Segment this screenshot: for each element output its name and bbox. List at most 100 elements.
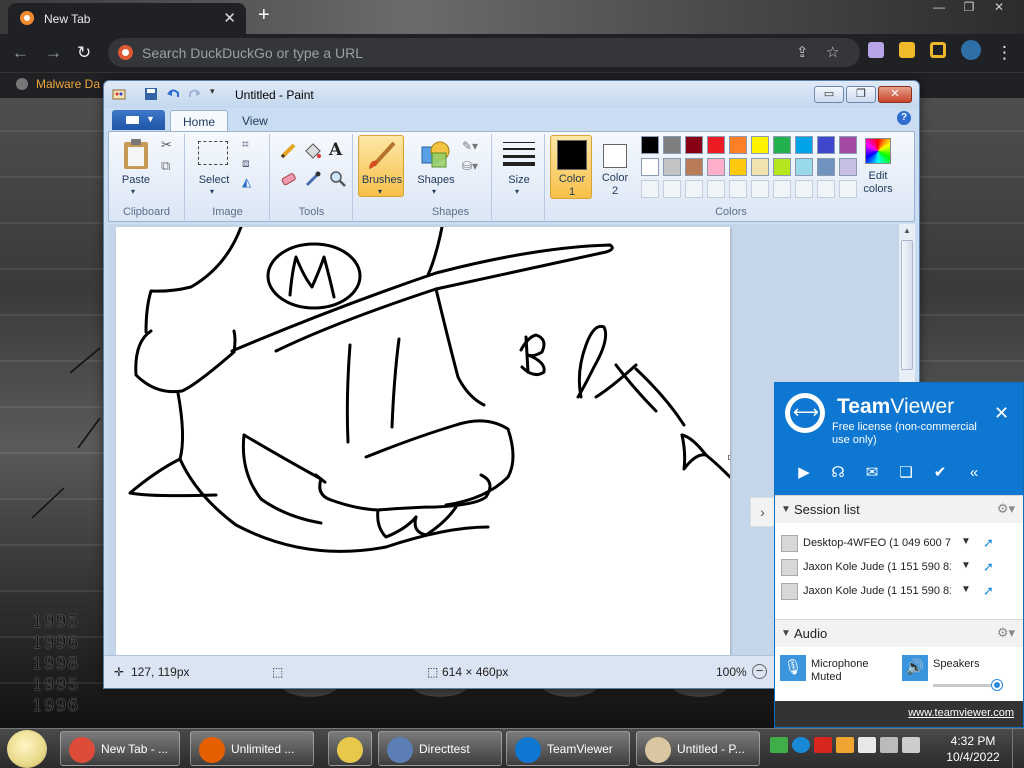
headset-icon[interactable]: ☊ — [821, 463, 855, 481]
palette-custom-slot[interactable] — [773, 180, 791, 198]
size-button[interactable]: Size ▾ — [499, 136, 539, 198]
paint-minimize-button[interactable]: ▭ — [814, 86, 844, 103]
palette-color[interactable] — [751, 136, 769, 154]
text-tool-icon[interactable]: A — [329, 140, 347, 160]
paint-menu-button[interactable]: ▼ — [112, 110, 165, 130]
reload-button[interactable]: ↻ — [77, 43, 91, 63]
rotate-icon[interactable]: ◭ — [242, 175, 260, 193]
zoom-out-button[interactable]: − — [752, 664, 767, 679]
paint-maximize-button[interactable]: ❐ — [846, 86, 876, 103]
speaker-volume-slider[interactable] — [933, 684, 997, 687]
teamviewer-tray-icon[interactable] — [792, 737, 810, 753]
volume-icon[interactable] — [902, 737, 920, 753]
palette-color[interactable] — [663, 158, 681, 176]
palette-color[interactable] — [685, 136, 703, 154]
session-item[interactable]: Jaxon Kole Jude (1 151 590 81 ▼ ➚ — [780, 557, 1018, 579]
video-icon[interactable]: ▶ — [787, 463, 821, 481]
palette-custom-slot[interactable] — [817, 180, 835, 198]
palette-color[interactable] — [795, 158, 813, 176]
palette-color[interactable] — [773, 136, 791, 154]
paste-button[interactable]: Paste ▾ — [115, 136, 157, 198]
cut-icon[interactable]: ✂ — [161, 137, 179, 155]
palette-color[interactable] — [707, 158, 725, 176]
palette-color[interactable] — [641, 158, 659, 176]
fill-icon[interactable]: ⛁▾ — [462, 159, 480, 177]
chevron-down-icon[interactable]: ▼ — [961, 536, 971, 547]
palette-custom-slot[interactable] — [839, 180, 857, 198]
connect-cursor-icon[interactable]: ➚ — [983, 535, 994, 551]
palette-color[interactable] — [817, 158, 835, 176]
file-transfer-icon[interactable]: ❏ — [889, 463, 923, 481]
customize-quick-access-icon[interactable]: ▾ — [210, 86, 224, 100]
scroll-up-icon[interactable]: ▲ — [903, 226, 911, 235]
forward-button[interactable]: → — [45, 43, 62, 63]
eraser-icon[interactable] — [279, 170, 297, 188]
teamviewer-collapse-arrow[interactable]: › — [750, 497, 774, 527]
new-tab-button[interactable]: + — [258, 4, 270, 27]
back-button[interactable]: ← — [12, 43, 29, 63]
save-icon[interactable] — [144, 87, 158, 101]
tab-view[interactable]: View — [230, 110, 280, 131]
copy-icon[interactable]: ⧉ — [161, 158, 179, 176]
drawing-canvas[interactable] — [116, 227, 730, 655]
connect-cursor-icon[interactable]: ➚ — [983, 559, 994, 575]
palette-color[interactable] — [663, 136, 681, 154]
brushes-button[interactable]: Brushes ▾ — [358, 135, 404, 197]
color2-button[interactable]: Color 2 — [596, 136, 634, 198]
taskbar-button[interactable]: TeamViewer — [506, 731, 630, 766]
color-picker-icon[interactable] — [304, 170, 322, 188]
show-desktop-button[interactable] — [1012, 729, 1024, 768]
taskbar-button[interactable] — [328, 731, 372, 766]
restore-button[interactable]: ❐ — [954, 0, 984, 14]
address-bar[interactable]: Search DuckDuckGo or type a URL ⇪ ☆ — [108, 38, 860, 67]
magnifier-icon[interactable] — [329, 170, 347, 188]
palette-color[interactable] — [839, 136, 857, 154]
close-button[interactable]: ✕ — [984, 0, 1014, 14]
chat-icon[interactable]: ✉ — [855, 463, 889, 481]
teamviewer-website-link[interactable]: www.teamviewer.com — [908, 707, 1014, 719]
bookmark-item[interactable]: Malware Da — [16, 77, 100, 91]
extensions-puzzle-icon[interactable] — [899, 42, 915, 58]
outline-icon[interactable]: ✎▾ — [462, 139, 480, 157]
chrome-menu-icon[interactable]: ⋮ — [996, 43, 1013, 63]
palette-color[interactable] — [729, 158, 747, 176]
palette-custom-slot[interactable] — [751, 180, 769, 198]
palette-color[interactable] — [795, 136, 813, 154]
palette-color[interactable] — [685, 158, 703, 176]
select-button[interactable]: Select ▾ — [192, 136, 236, 198]
fill-bucket-icon[interactable] — [304, 142, 322, 160]
palette-color[interactable] — [707, 136, 725, 154]
edit-colors-button[interactable]: Edit colors — [856, 136, 900, 198]
extension-icon[interactable] — [868, 42, 884, 58]
chevron-down-icon[interactable]: ▼ — [961, 584, 971, 595]
pencil-icon[interactable] — [279, 142, 297, 160]
bookmark-star-icon[interactable]: ☆ — [826, 43, 839, 61]
crop-icon[interactable]: ⌗ — [242, 137, 260, 155]
chevron-down-icon[interactable]: ▼ — [961, 560, 971, 571]
palette-color[interactable] — [751, 158, 769, 176]
shapes-button[interactable]: Shapes ▾ — [414, 136, 458, 198]
volume-slider-knob[interactable] — [992, 680, 1002, 690]
chrome-tab-new-tab[interactable]: New Tab ✕ — [8, 3, 246, 34]
undo-icon[interactable] — [166, 87, 180, 101]
gear-icon[interactable]: ⚙▾ — [997, 501, 1015, 517]
taskbar-button[interactable]: New Tab - ... — [60, 731, 180, 766]
tray-app-icon[interactable] — [770, 737, 788, 753]
microphone-muted-icon[interactable]: 🎙 — [780, 655, 806, 681]
gear-icon[interactable]: ⚙▾ — [997, 625, 1015, 641]
audio-header[interactable]: ▼ Audio ⚙▾ — [775, 619, 1023, 647]
tab-close-icon[interactable]: ✕ — [223, 9, 236, 27]
palette-color[interactable] — [729, 136, 747, 154]
paint-titlebar[interactable]: ▾ Untitled - Paint ▭ ❐ ✕ — [104, 81, 919, 108]
canvas-resize-handle[interactable] — [728, 455, 730, 460]
palette-color[interactable] — [817, 136, 835, 154]
resize-icon[interactable]: ⧈ — [242, 156, 260, 174]
paint-close-button[interactable]: ✕ — [878, 86, 912, 103]
palette-color[interactable] — [839, 158, 857, 176]
taskbar-button[interactable]: Unlimited ... — [190, 731, 314, 766]
minimize-button[interactable]: — — [924, 0, 954, 14]
speaker-icon[interactable]: 🔊 — [902, 655, 928, 681]
network-icon[interactable] — [880, 737, 898, 753]
session-item[interactable]: Desktop-4WFEO (1 049 600 75 ▼ ➚ — [780, 533, 1018, 555]
tab-home[interactable]: Home — [170, 110, 229, 131]
